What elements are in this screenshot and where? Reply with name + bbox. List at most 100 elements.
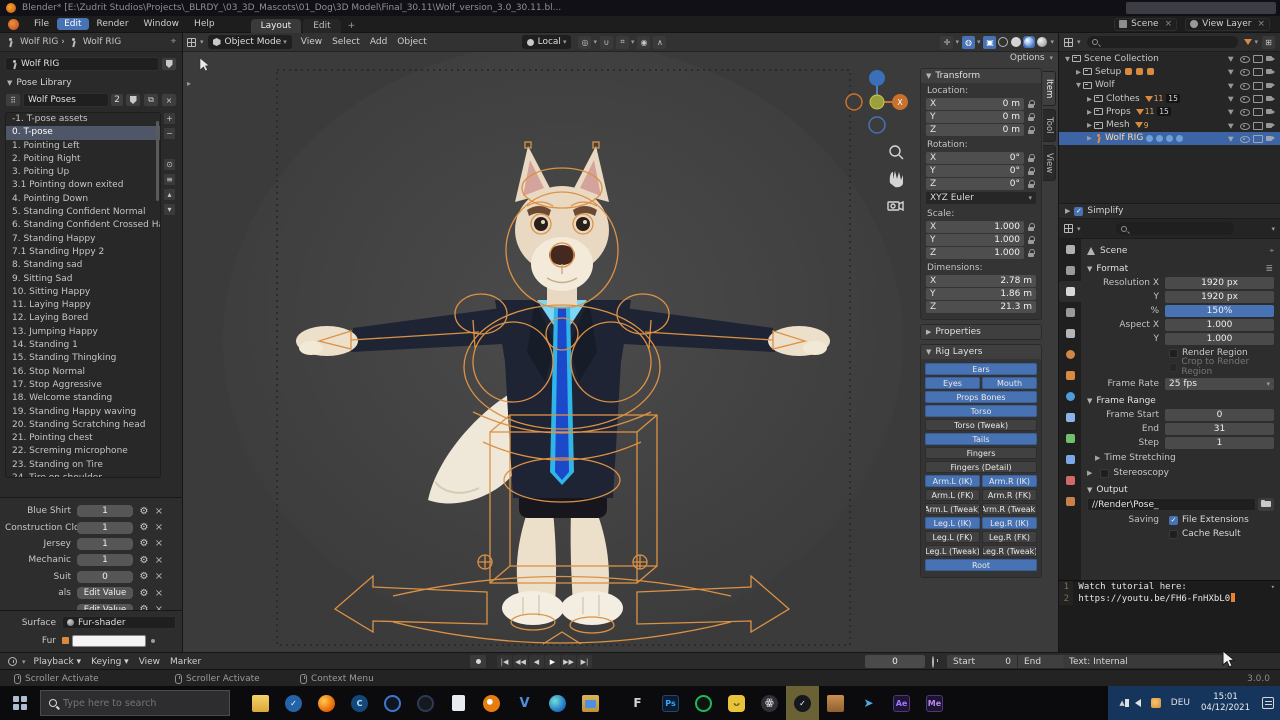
chevron-right-icon[interactable]: ▶	[1085, 108, 1094, 116]
rig-layer-button[interactable]: Torso	[925, 405, 1037, 417]
disable-render-icon[interactable]	[1266, 107, 1276, 116]
photos-icon[interactable]	[574, 686, 607, 720]
chevron-down-icon[interactable]: ▼	[1074, 81, 1083, 89]
output-path-field[interactable]: //Render\Pose_	[1087, 498, 1256, 511]
lock-open-icon[interactable]	[1027, 113, 1036, 122]
pin-icon[interactable]: ⌖	[1269, 246, 1274, 256]
pose-list-item[interactable]: -1. T-pose assets	[6, 113, 160, 126]
pin-icon[interactable]: ⌖	[171, 37, 176, 47]
pose-list-item[interactable]: 16. Stop Normal	[6, 366, 160, 379]
disable-viewports-icon[interactable]	[1253, 67, 1263, 76]
gizmo-z-axis[interactable]	[869, 70, 885, 86]
pose-list-item[interactable]: 7. Standing Happy	[6, 233, 160, 246]
pose-list-item[interactable]: 5. Standing Confident Normal	[6, 206, 160, 219]
disable-viewports-icon[interactable]	[1253, 121, 1263, 130]
pose-list-item[interactable]: 17. Stop Aggressive	[6, 379, 160, 392]
time-stretching-row[interactable]: ▶ Time Stretching	[1095, 452, 1274, 464]
frame-range-section-header[interactable]: ▼ Frame Range	[1087, 396, 1274, 406]
rig-layer-button[interactable]: Arm.R (IK)	[982, 475, 1037, 487]
format-section-header[interactable]: ▼ Format ≣	[1087, 264, 1274, 274]
file-extensions-checkbox[interactable]: ✓	[1169, 516, 1178, 525]
transform-value-field[interactable]: Y1.000	[926, 234, 1024, 246]
selectable-icon[interactable]	[1227, 107, 1237, 116]
outliner-row[interactable]: ▼Scene Collection	[1059, 52, 1280, 65]
lock-open-icon[interactable]	[1027, 236, 1036, 245]
properties-tab-bone[interactable]	[1059, 449, 1081, 470]
text-editor[interactable]: 1 Watch tutorial here:2 https://youtu.be…	[1058, 580, 1280, 652]
material-value-field[interactable]: Edit Value	[77, 587, 133, 599]
pose-list-item[interactable]: 1. Pointing Left	[6, 140, 160, 153]
properties-tab-object[interactable]	[1059, 365, 1081, 386]
pose-list-item[interactable]: 23. Standing on Tire	[6, 459, 160, 472]
pose-list-item[interactable]: 10. Sitting Happy	[6, 286, 160, 299]
selectable-icon[interactable]	[1227, 81, 1237, 90]
hide-viewport-icon[interactable]	[1240, 67, 1250, 76]
cache-result-option[interactable]: Cache Result	[1165, 529, 1241, 539]
gear-icon[interactable]: ⚙	[137, 603, 151, 610]
blender-icon[interactable]	[475, 686, 508, 720]
rig-layer-button[interactable]: Props Bones	[925, 391, 1037, 403]
remove-icon[interactable]: ×	[153, 588, 165, 599]
remove-icon[interactable]: ×	[153, 506, 165, 517]
pose-list-item[interactable]: 13. Jumping Happy	[6, 326, 160, 339]
transform-section-header[interactable]: ▼ Transform	[921, 69, 1041, 83]
workspace-tab-layout[interactable]: Layout	[251, 19, 302, 33]
gear-icon[interactable]: ⚙	[137, 505, 151, 518]
property-value-field[interactable]: 1920 px	[1165, 277, 1274, 289]
remove-icon[interactable]: ×	[153, 538, 165, 549]
rig-layer-button[interactable]: Fingers (Detail)	[925, 461, 1037, 473]
selectable-icon[interactable]	[1227, 134, 1237, 143]
firefox-icon[interactable]	[310, 686, 343, 720]
pose-list-item[interactable]: 14. Standing 1	[6, 339, 160, 352]
rig-name-field[interactable]: Wolf RIG	[5, 57, 159, 71]
tray-app-icon[interactable]	[1151, 698, 1161, 708]
editor-type-icon[interactable]	[1064, 224, 1073, 233]
remove-icon[interactable]: ×	[153, 571, 165, 582]
browse-folder-icon[interactable]	[1258, 498, 1274, 511]
rig-layer-button[interactable]: Ears	[925, 363, 1037, 375]
toolbar-expand-icon[interactable]: ▸	[187, 79, 191, 88]
timeline-menu-keying[interactable]: Keying ▾	[91, 657, 129, 667]
pose-list-item[interactable]: 8. Standing sad	[6, 259, 160, 272]
pose-list-item[interactable]: 6. Standing Confident Crossed Hand	[6, 219, 160, 232]
browser-c-icon[interactable]: C	[343, 686, 376, 720]
disable-render-icon[interactable]	[1266, 67, 1276, 76]
auto-keying-button[interactable]	[470, 655, 486, 668]
selectable-icon[interactable]	[1227, 54, 1237, 63]
disable-viewports-icon[interactable]	[1253, 107, 1263, 116]
prev-keyframe-button[interactable]: ◀◀	[513, 655, 528, 668]
transform-value-field[interactable]: X1.000	[926, 221, 1024, 233]
outliner-row[interactable]: ▼Wolf	[1059, 79, 1280, 92]
property-value-field[interactable]: 1920 px	[1165, 291, 1274, 303]
gizmo-x-neg-axis[interactable]	[846, 94, 862, 110]
hide-viewport-icon[interactable]	[1240, 54, 1250, 63]
preset-menu-icon[interactable]: ≣	[1265, 264, 1274, 274]
filter-icon[interactable]	[1244, 39, 1252, 45]
property-value-field[interactable]: 31	[1165, 423, 1274, 435]
lock-open-icon[interactable]	[1027, 249, 1036, 258]
pose-list-item[interactable]: 18. Welcome standing	[6, 392, 160, 405]
selectable-icon[interactable]	[1227, 94, 1237, 103]
material-value-field[interactable]: 1	[77, 505, 133, 517]
editor-type-icon[interactable]	[1064, 38, 1073, 47]
unlink-library-button[interactable]: ×	[161, 93, 177, 107]
property-value-field[interactable]: 1.000	[1165, 319, 1274, 331]
outliner-row[interactable]: ▶Clothes1115	[1059, 92, 1280, 105]
text-datablock-field[interactable]: Text: Internal	[1063, 655, 1228, 668]
figma-icon[interactable]: F	[621, 686, 654, 720]
lock-open-icon[interactable]	[1027, 126, 1036, 135]
opera-icon[interactable]	[376, 686, 409, 720]
add-pose-icon[interactable]: +	[163, 112, 176, 125]
unlink-view-layer-icon[interactable]: ×	[1257, 19, 1265, 29]
disable-render-icon[interactable]	[1266, 121, 1276, 130]
play-reverse-button[interactable]: ◀	[529, 655, 544, 668]
falloff-curve-icon[interactable]: ∧	[653, 36, 666, 49]
gizmo-z-neg-axis[interactable]	[869, 117, 885, 133]
stereoscopy-checkbox[interactable]	[1100, 469, 1109, 478]
file-extensions-option[interactable]: ✓ File Extensions	[1165, 515, 1249, 525]
viewport-options-dropdown[interactable]: Options ▾	[985, 53, 1053, 63]
disable-render-icon[interactable]	[1266, 134, 1276, 143]
show-gizmo-icon[interactable]: ✛	[940, 36, 953, 49]
transform-value-field[interactable]: Z21.3 m	[926, 301, 1036, 313]
rig-layer-button[interactable]: Leg.R (IK)	[982, 517, 1037, 529]
